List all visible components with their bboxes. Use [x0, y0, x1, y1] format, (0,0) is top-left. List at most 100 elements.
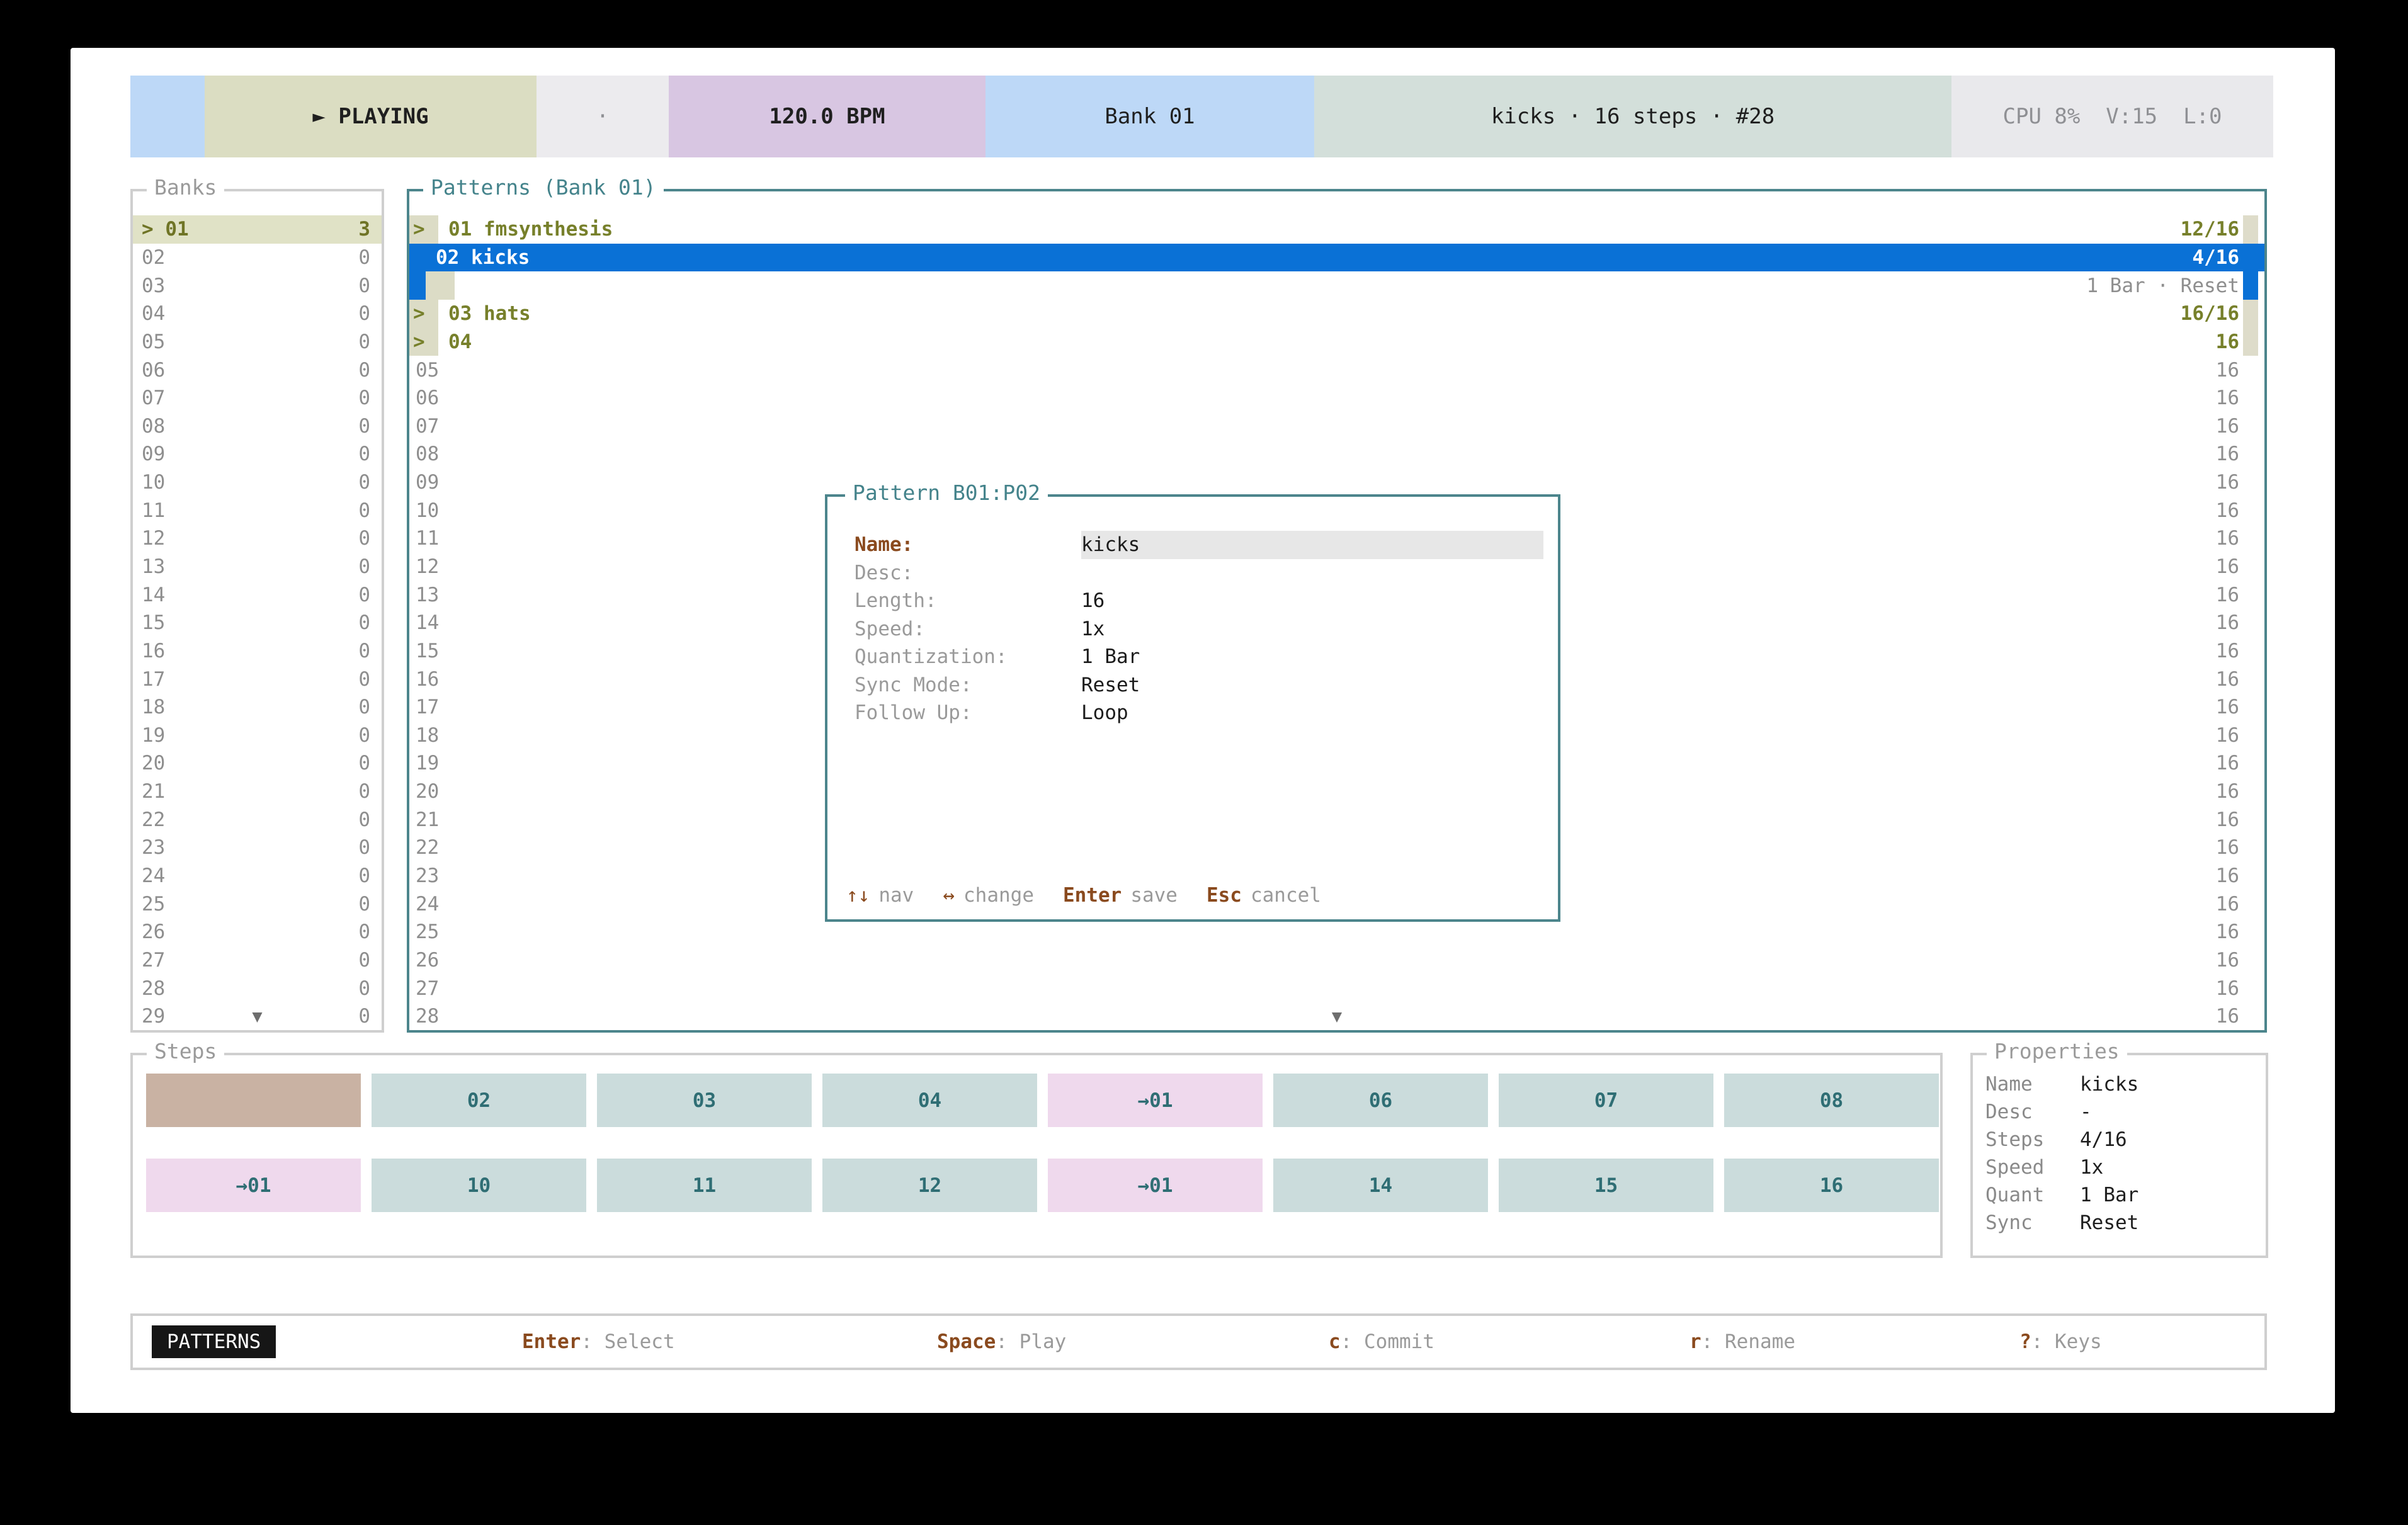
topbar-segment-transport: ► PLAYING [205, 76, 537, 157]
bank-row[interactable]: 230 [133, 834, 382, 862]
step-cell[interactable]: 06 [1273, 1074, 1488, 1127]
bank-row[interactable]: 050 [133, 328, 382, 356]
step-cell[interactable]: →01 [1048, 1159, 1263, 1212]
pattern-row[interactable]: 0716 [409, 412, 2264, 440]
pattern-row[interactable]: >0416 [409, 328, 2264, 356]
bank-row-label: 24 [142, 865, 165, 887]
step-cell[interactable]: 15 [1499, 1159, 1713, 1212]
step-cell[interactable]: →01 [146, 1159, 361, 1212]
modal-fields: Name:kicksDesc:Length:16Speed:1xQuantiza… [827, 531, 1558, 727]
pattern-step-count: 12/16 [2181, 218, 2239, 241]
pattern-step-count: 16 [2216, 584, 2239, 606]
bank-row[interactable]: 130 [133, 553, 382, 581]
pattern-step-count: 16 [2216, 499, 2239, 522]
pattern-step-count: 16 [2216, 921, 2239, 943]
step-cell[interactable]: 10 [372, 1159, 586, 1212]
bank-row[interactable]: 260 [133, 918, 382, 946]
pattern-row-label: 12 [416, 555, 439, 578]
patterns-scrollbar-track [2243, 665, 2258, 693]
modal-field-value: Loop [1081, 701, 1128, 724]
pattern-row[interactable]: >01 fmsynthesis12/16 [409, 215, 2264, 244]
bank-row[interactable]: 29▼0 [133, 1002, 382, 1031]
pattern-row-selected[interactable]: 02 kicks4/16 [409, 244, 2264, 272]
property-row: Steps4/16 [1985, 1126, 2259, 1154]
step-cell[interactable]: →01 [1048, 1074, 1263, 1127]
bank-row[interactable]: 240 [133, 862, 382, 890]
bank-pattern-count: 0 [358, 499, 370, 522]
keybar-hint-key: Space [937, 1330, 996, 1353]
bank-row[interactable]: 100 [133, 468, 382, 497]
bank-row[interactable]: 060 [133, 356, 382, 384]
pattern-row[interactable]: 0816 [409, 440, 2264, 468]
step-cell[interactable]: 02 [372, 1074, 586, 1127]
modal-field-followup[interactable]: Follow Up:Loop [827, 699, 1558, 727]
pattern-row[interactable]: 2716 [409, 974, 2264, 1002]
bank-pattern-count: 0 [358, 921, 370, 943]
step-cell-playhead[interactable] [146, 1074, 361, 1127]
bank-row[interactable]: 120 [133, 524, 382, 553]
bank-row[interactable]: 020 [133, 244, 382, 272]
pattern-row[interactable]: 0616 [409, 384, 2264, 412]
bank-row[interactable]: 170 [133, 665, 382, 693]
patterns-scrollbar-thumb[interactable] [2243, 328, 2258, 356]
step-cell[interactable]: 14 [1273, 1159, 1488, 1212]
step-cell[interactable]: 04 [822, 1074, 1037, 1127]
pattern-step-count: 16 [2216, 387, 2239, 409]
patterns-scrollbar-track [2243, 440, 2258, 468]
bank-row-label: 15 [142, 611, 165, 634]
step-cell[interactable]: 12 [822, 1159, 1037, 1212]
modal-field-name[interactable]: Name:kicks [827, 531, 1558, 559]
patterns-scrollbar-thumb[interactable] [2243, 300, 2258, 328]
keybar-hint-key: ? [2019, 1330, 2031, 1353]
bank-row[interactable]: 200 [133, 749, 382, 778]
pattern-row[interactable]: 2516 [409, 918, 2264, 946]
pattern-step-count: 16 [2216, 527, 2239, 550]
bank-row[interactable]: 220 [133, 805, 382, 834]
step-cell[interactable]: 07 [1499, 1074, 1713, 1127]
bank-row[interactable]: 110 [133, 496, 382, 524]
patterns-scrollbar-thumb[interactable] [2243, 215, 2258, 244]
bank-row[interactable]: 030 [133, 271, 382, 300]
bank-row[interactable]: 190 [133, 722, 382, 750]
bank-row[interactable]: > 013 [133, 215, 382, 244]
step-cell[interactable]: 08 [1724, 1074, 1939, 1127]
bank-row[interactable]: 160 [133, 637, 382, 666]
step-cell[interactable]: 16 [1724, 1159, 1939, 1212]
pattern-row[interactable]: 0916 [409, 468, 2264, 497]
bank-row[interactable]: 140 [133, 581, 382, 609]
pattern-row[interactable]: 2616 [409, 946, 2264, 975]
properties-panel: Properties NamekicksDesc-Steps4/16Speed1… [1970, 1053, 2268, 1258]
pattern-row[interactable]: 0516 [409, 356, 2264, 384]
bank-row[interactable]: 150 [133, 609, 382, 637]
modal-field-length[interactable]: Length:16 [827, 587, 1558, 615]
bank-row[interactable]: 090 [133, 440, 382, 468]
bank-row[interactable]: 210 [133, 778, 382, 806]
modal-field-quantization[interactable]: Quantization:1 Bar [827, 643, 1558, 671]
bank-row[interactable]: 250 [133, 890, 382, 918]
bank-pattern-count: 0 [358, 302, 370, 325]
modal-field-syncmode[interactable]: Sync Mode:Reset [827, 671, 1558, 700]
bank-row[interactable]: 080 [133, 412, 382, 440]
keybar-hint-label: Keys [2055, 1330, 2102, 1353]
bank-row[interactable]: 270 [133, 946, 382, 975]
step-cell[interactable]: 03 [597, 1074, 812, 1127]
bank-pattern-count: 0 [358, 275, 370, 297]
modal-field-desc[interactable]: Desc: [827, 559, 1558, 587]
keybar-hint-separator: : [1701, 1330, 1725, 1353]
bank-row-label: 22 [142, 808, 165, 831]
pattern-step-count: 16 [2216, 696, 2239, 718]
keybar-hint-label: Rename [1725, 1330, 1795, 1353]
bank-pattern-count: 0 [358, 893, 370, 916]
keybar-hint: c: Commit [1329, 1330, 1434, 1353]
patterns-scrollbar-track [2243, 468, 2258, 497]
bank-row[interactable]: 180 [133, 693, 382, 722]
name-input[interactable]: kicks [1081, 531, 1543, 559]
committed-gutter: > [409, 215, 438, 244]
modal-field-speed[interactable]: Speed:1x [827, 615, 1558, 643]
step-cell[interactable]: 11 [597, 1159, 812, 1212]
pattern-row[interactable]: 2816▼ [409, 1002, 2264, 1031]
bank-row[interactable]: 040 [133, 300, 382, 328]
bank-row[interactable]: 280 [133, 974, 382, 1002]
bank-row[interactable]: 070 [133, 384, 382, 412]
pattern-row[interactable]: >03 hats16/16 [409, 300, 2264, 328]
